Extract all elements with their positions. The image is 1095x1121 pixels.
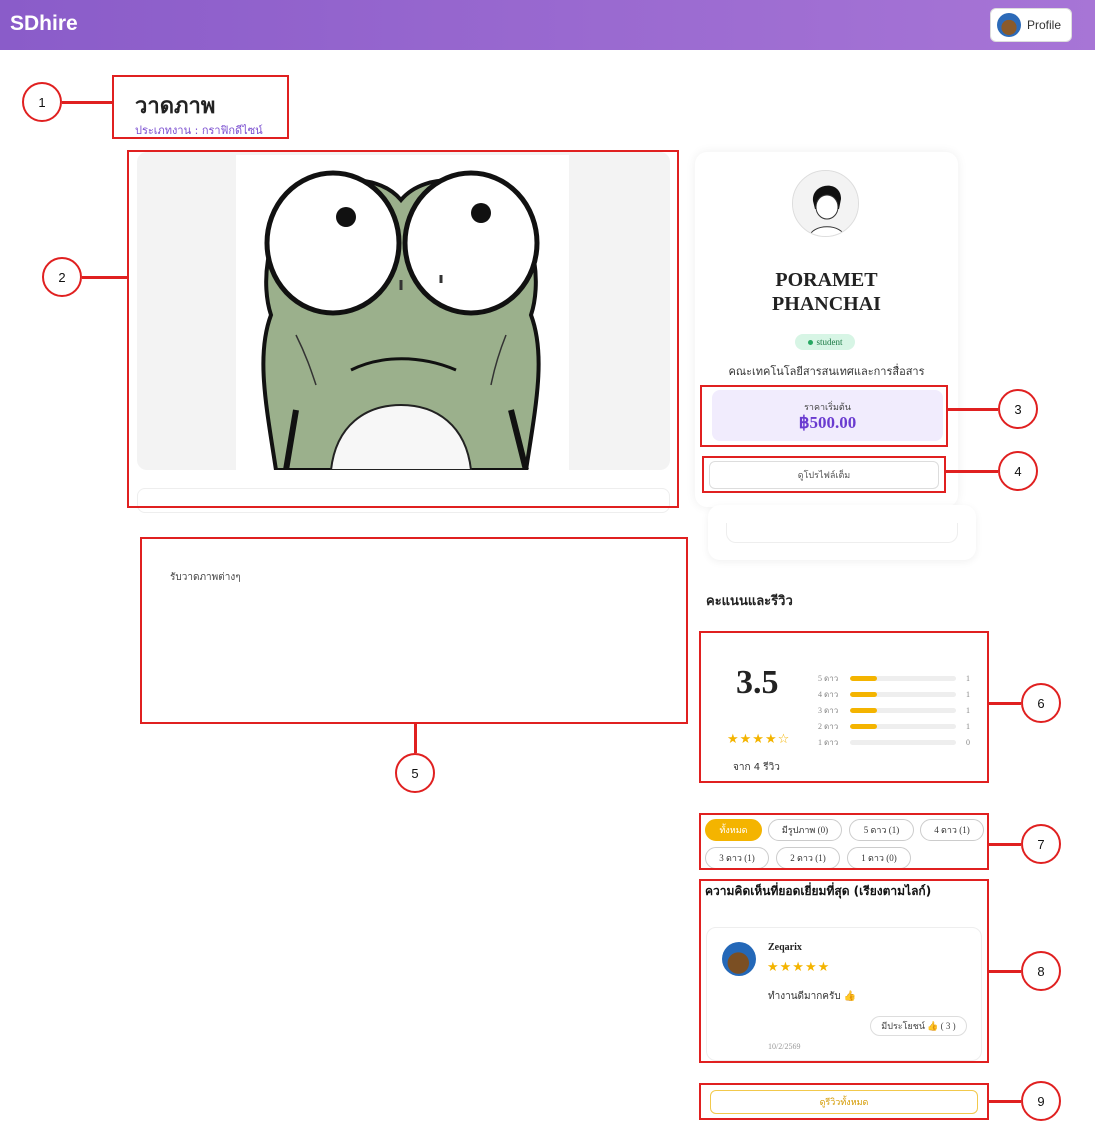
brand-logo[interactable]: SDhire xyxy=(10,12,78,36)
annotation-marker-9: 9 xyxy=(1021,1081,1061,1121)
annotation-line-2 xyxy=(82,276,127,279)
annotation-line-1 xyxy=(62,101,112,104)
annotation-line-4 xyxy=(946,470,998,473)
annotation-marker-7: 7 xyxy=(1021,824,1061,864)
annotation-marker-1: 1 xyxy=(22,82,62,122)
annotation-box-3 xyxy=(700,385,948,447)
annotation-line-8 xyxy=(989,970,1021,973)
annotation-box-1 xyxy=(112,75,289,139)
seller-extra-inner xyxy=(726,523,958,543)
seller-avatar-image xyxy=(793,171,858,236)
annotation-box-7 xyxy=(699,813,989,870)
annotation-box-5 xyxy=(140,537,688,724)
top-navbar: SDhire Profile xyxy=(0,0,1095,50)
status-badge: student xyxy=(795,334,855,350)
annotation-line-6 xyxy=(989,702,1021,705)
annotation-marker-8: 8 xyxy=(1021,951,1061,991)
annotation-marker-4: 4 xyxy=(998,451,1038,491)
annotation-marker-5: 5 xyxy=(395,753,435,793)
profile-button[interactable]: Profile xyxy=(990,8,1072,42)
status-dot-icon xyxy=(807,339,813,345)
status-badge-label: student xyxy=(816,337,843,347)
seller-faculty: คณะเทคโนโลยีสารสนเทศและการสื่อสาร xyxy=(728,365,925,378)
seller-name: PORAMET PHANCHAI xyxy=(700,268,953,316)
annotation-box-6 xyxy=(699,631,989,783)
annotation-box-8 xyxy=(699,879,989,1063)
annotation-line-9 xyxy=(989,1100,1021,1103)
seller-first-name: PORAMET xyxy=(775,269,878,291)
annotation-box-2 xyxy=(127,150,679,508)
reviews-heading: คะแนนและรีวิว xyxy=(706,594,793,609)
annotation-marker-6: 6 xyxy=(1021,683,1061,723)
annotation-line-7 xyxy=(989,843,1021,846)
annotation-box-4 xyxy=(702,456,946,493)
profile-label: Profile xyxy=(1027,18,1062,32)
profile-avatar xyxy=(997,13,1021,37)
seller-avatar xyxy=(792,170,859,237)
seller-last-name: PHANCHAI xyxy=(772,293,881,315)
annotation-marker-2: 2 xyxy=(42,257,82,297)
annotation-box-9 xyxy=(699,1083,989,1120)
annotation-line-3 xyxy=(948,408,998,411)
annotation-marker-3: 3 xyxy=(998,389,1038,429)
seller-extra-card xyxy=(708,505,976,560)
annotation-line-5 xyxy=(414,724,417,753)
